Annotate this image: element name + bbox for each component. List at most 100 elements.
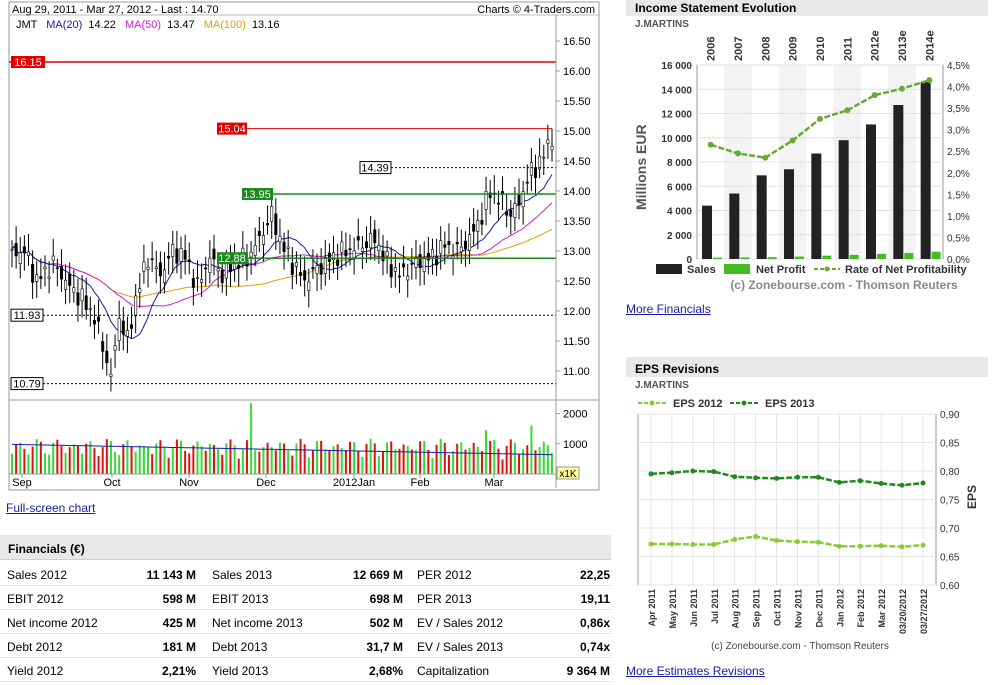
- volume-bar: [493, 439, 496, 474]
- candle-body: [101, 341, 105, 352]
- fullscreen-chart-link[interactable]: Full-screen chart: [6, 501, 95, 515]
- volume-tick-label: 2000: [563, 409, 587, 421]
- candle-body: [323, 256, 327, 274]
- eps2012-marker: [711, 542, 717, 548]
- candle-body: [406, 275, 410, 281]
- volume-bar: [72, 444, 75, 474]
- volume-bar: [159, 440, 162, 474]
- volume-unit-label: x1K: [559, 469, 577, 480]
- sales-bar: [729, 193, 740, 259]
- candle-body: [397, 275, 401, 278]
- income-ytick-label: 8 000: [667, 158, 692, 169]
- volume-bar: [398, 448, 401, 474]
- candle-body: [142, 261, 146, 272]
- candle-body: [468, 234, 472, 251]
- eps-xtick-label: Sep 2011: [752, 589, 762, 628]
- volume-bar: [357, 451, 360, 474]
- financials-value: 598 M: [162, 592, 196, 606]
- volume-bar: [336, 444, 339, 474]
- volume-bar: [551, 452, 553, 474]
- financials-header: Financials (€): [0, 535, 611, 560]
- volume-bar: [513, 442, 516, 474]
- volume-bar: [180, 440, 183, 474]
- volume-bar: [237, 458, 240, 474]
- candle-body: [175, 248, 179, 264]
- net-profit-bar: [740, 257, 750, 259]
- candle-body: [538, 155, 542, 170]
- candle-body: [134, 295, 138, 317]
- level-badge-label: 10.79: [13, 379, 41, 391]
- sales-bar: [838, 140, 849, 259]
- candle-body: [303, 270, 307, 281]
- eps2012-marker: [857, 543, 863, 549]
- candle-body: [513, 203, 517, 218]
- financials-value: 22,25: [579, 568, 610, 582]
- volume-bar: [373, 443, 376, 474]
- volume-bar: [126, 440, 129, 474]
- income-y2tick-label: 2,0%: [947, 169, 970, 180]
- volume-bar: [447, 454, 450, 474]
- financials-value: 698 M: [369, 592, 403, 606]
- eps-xtick-label: Jul 2011: [710, 589, 720, 624]
- eps-ytick-label: 0,65: [940, 553, 960, 564]
- net-profit-bar: [904, 252, 914, 259]
- volume-bar: [23, 448, 26, 474]
- volume-bar: [489, 440, 492, 474]
- candle-body: [121, 320, 125, 335]
- eps2012-marker: [836, 543, 842, 549]
- candle-body: [59, 265, 63, 280]
- income-year-label: 2011: [842, 37, 854, 61]
- eps-xtick-label: May 2011: [668, 589, 678, 629]
- financials-row: Net income 2012 425 M Net income 2013 502 M…: [0, 610, 611, 634]
- volume-bar: [344, 450, 347, 474]
- eps-ytick-label: 0,60: [940, 581, 960, 592]
- financials-label: EBIT 2013: [212, 592, 269, 606]
- volume-bar: [196, 441, 199, 474]
- income-year-label: 2013e: [897, 30, 909, 61]
- volume-bar: [266, 442, 269, 474]
- more-estimates-link[interactable]: More Estimates Revisions: [626, 664, 765, 678]
- candle-body: [187, 259, 191, 263]
- candle-body: [278, 235, 282, 243]
- financials-value: 2,21%: [161, 664, 196, 678]
- candle-body: [68, 273, 72, 286]
- volume-bar: [262, 447, 265, 474]
- volume-bar: [225, 443, 228, 474]
- volume-bar: [406, 445, 409, 474]
- sales-bar: [920, 81, 931, 259]
- legend-eps2012-label: EPS 2012: [673, 398, 723, 410]
- financials-label: Net income 2012: [7, 616, 98, 630]
- candle-body: [270, 206, 274, 222]
- income-ytick-label: 0: [686, 255, 692, 266]
- candle-body: [534, 167, 538, 178]
- volume-bar: [307, 457, 310, 474]
- more-financials-link[interactable]: More Financials: [626, 302, 711, 316]
- candle-body: [92, 320, 96, 325]
- rate-marker: [871, 92, 878, 99]
- volume-bar: [328, 450, 331, 474]
- legend-net-profit-swatch: [724, 264, 750, 274]
- rate-marker: [789, 137, 796, 144]
- volume-bar: [394, 449, 397, 474]
- ma100-value: 13.16: [252, 19, 280, 31]
- volume-bar: [402, 444, 405, 474]
- candle-body: [138, 288, 142, 293]
- price-tick-label: 12.00: [563, 306, 591, 318]
- candle-body: [369, 233, 373, 249]
- candle-body: [167, 255, 171, 259]
- volume-bar: [427, 450, 430, 474]
- volume-bar: [274, 450, 277, 474]
- candle-body: [146, 266, 150, 270]
- eps-ytick-label: 0,75: [940, 496, 960, 507]
- volume-bar: [361, 456, 364, 474]
- candle-body: [163, 269, 167, 284]
- eps2012-marker: [669, 541, 675, 547]
- volume-bar: [460, 442, 463, 474]
- eps-xtick-label: Nov 2011: [793, 589, 803, 628]
- volume-bar: [167, 457, 170, 474]
- volume-bar: [105, 439, 108, 474]
- financials-value: 0,86x: [579, 616, 610, 630]
- financials-value: 19,11: [580, 592, 610, 606]
- candle-body: [439, 240, 443, 254]
- price-tick-label: 11.50: [563, 336, 590, 348]
